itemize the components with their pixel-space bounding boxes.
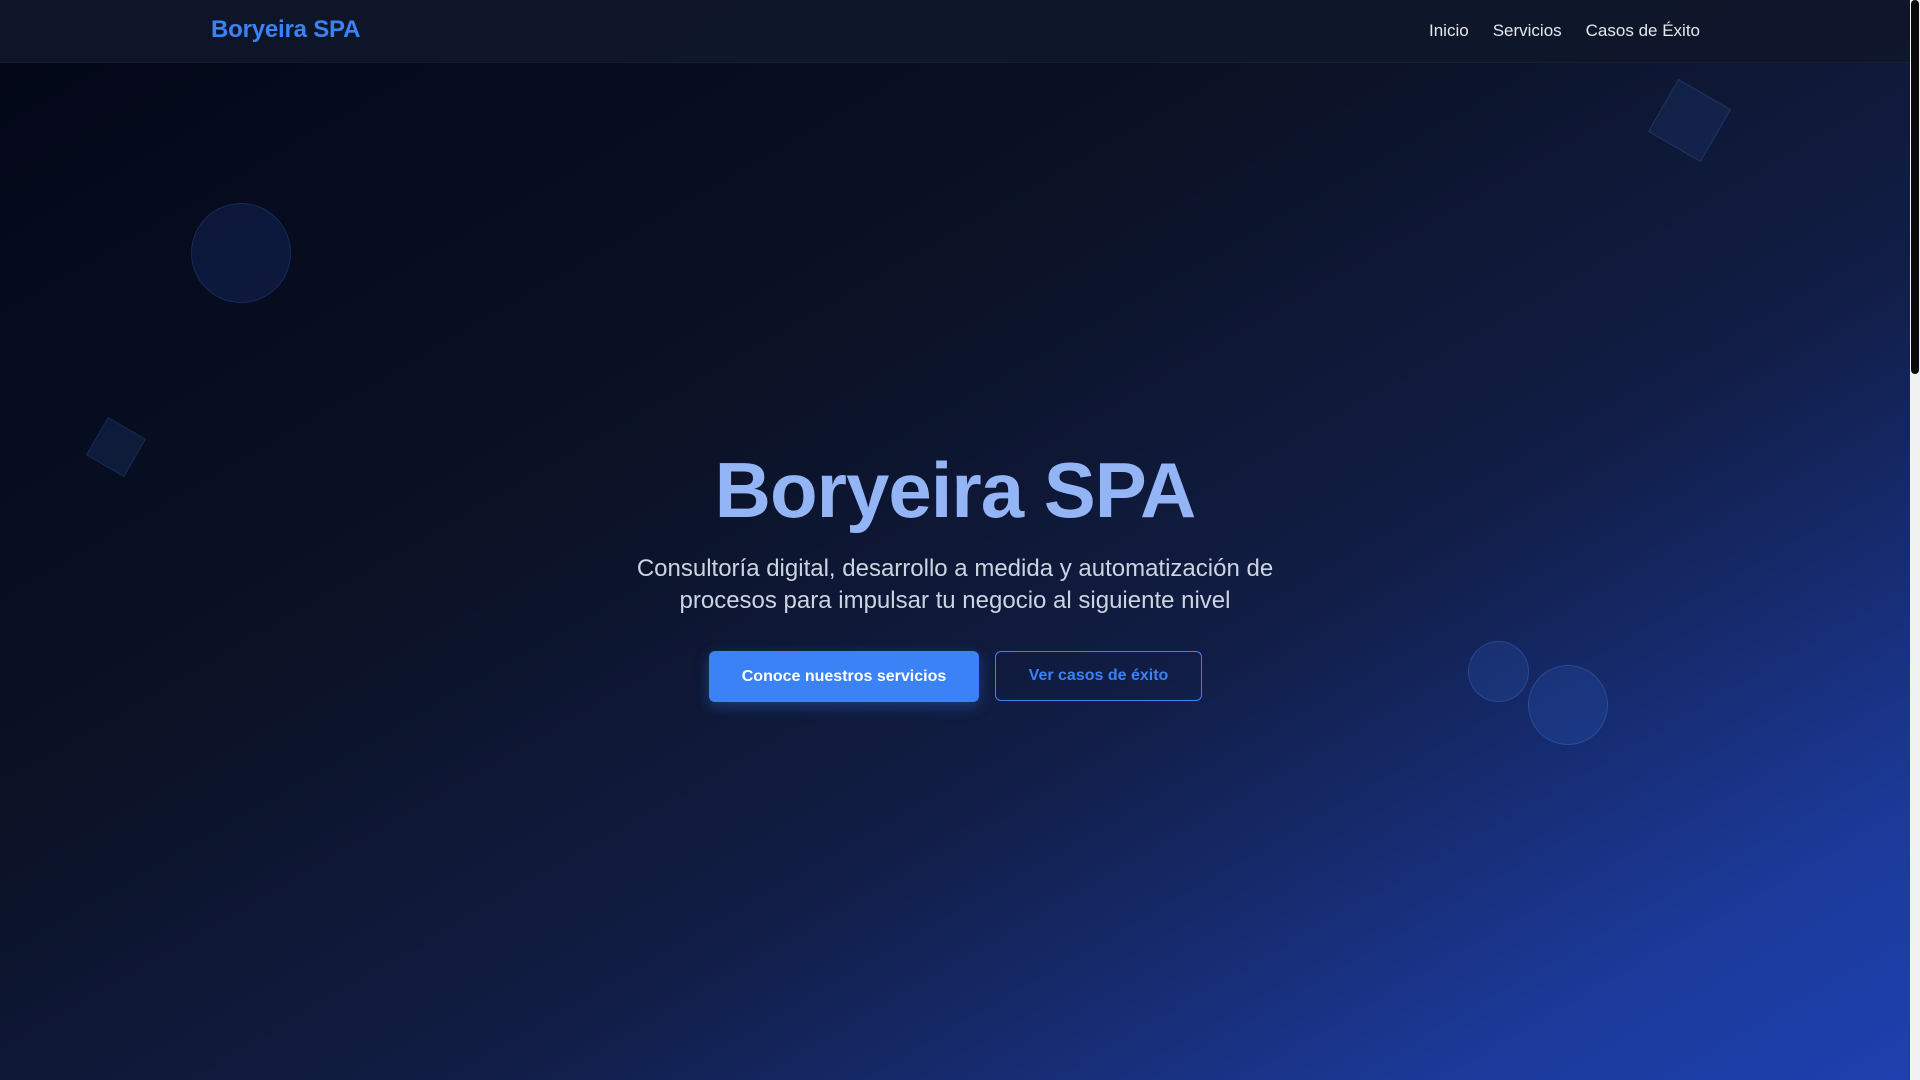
vertical-scrollbar[interactable]	[1910, 0, 1920, 1080]
success-cases-button[interactable]: Ver casos de éxito	[995, 651, 1202, 701]
top-navbar: Boryeira SPA Inicio Servicios Casos de É…	[0, 0, 1910, 63]
scrollbar-thumb[interactable]	[1911, 0, 1919, 374]
main-nav: Inicio Servicios Casos de Éxito	[1429, 21, 1700, 41]
hero-section: Boryeira SPA Consultoría digital, desarr…	[0, 63, 1910, 1080]
hero-subtitle: Consultoría digital, desarrollo a medida…	[636, 555, 1274, 614]
nav-link-casos-de-exito[interactable]: Casos de Éxito	[1586, 21, 1700, 41]
decorative-circle-medium	[1528, 665, 1608, 745]
nav-link-inicio[interactable]: Inicio	[1429, 21, 1469, 41]
services-cta-button[interactable]: Conoce nuestros servicios	[709, 651, 979, 702]
brand-logo-link[interactable]: Boryeira SPA	[211, 16, 360, 44]
decorative-square-top-right	[1647, 78, 1732, 163]
decorative-circle-small	[1468, 641, 1529, 702]
decorative-circle-large	[191, 203, 291, 303]
page-viewport: Boryeira SPA Inicio Servicios Casos de É…	[0, 0, 1910, 1080]
hero-title: Boryeira SPA	[714, 446, 1197, 534]
nav-link-servicios[interactable]: Servicios	[1493, 21, 1562, 41]
